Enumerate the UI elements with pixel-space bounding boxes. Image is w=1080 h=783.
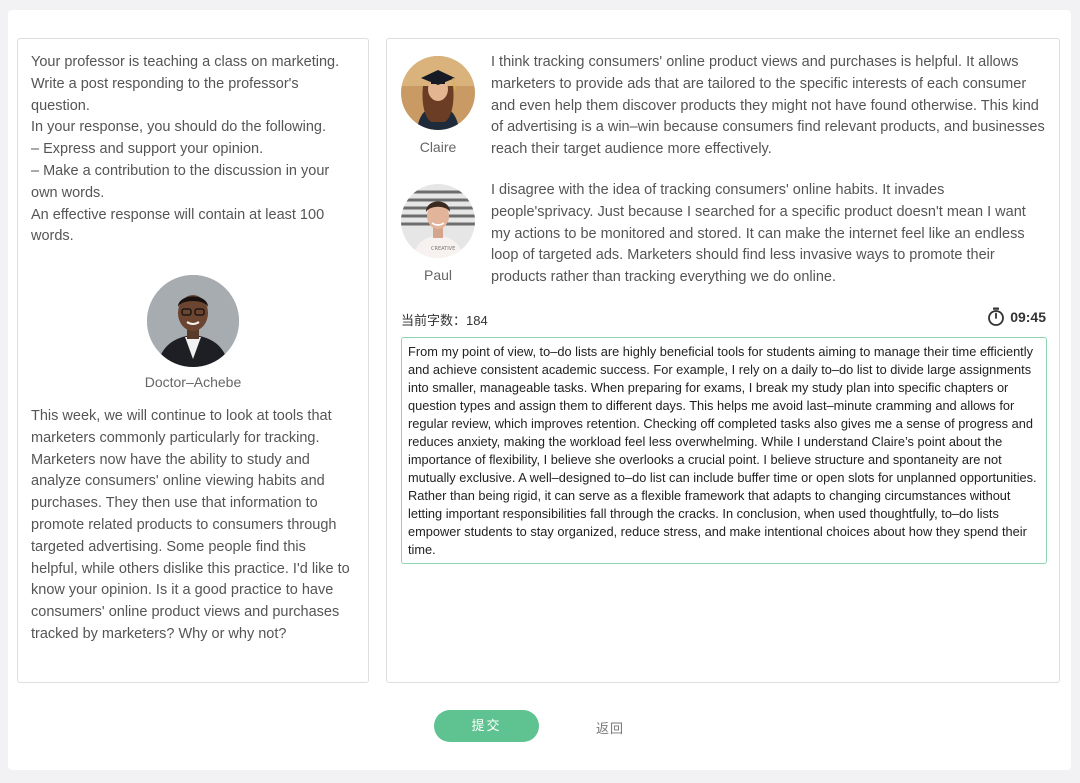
prompt-line: In your response, you should do the foll… bbox=[31, 119, 327, 136]
paul-avatar: CREATIVE bbox=[401, 184, 475, 258]
answer-textarea[interactable]: From my point of view, to–do lists are h… bbox=[401, 337, 1047, 564]
prompt-line: Your professor is teaching a class on ma… bbox=[31, 54, 340, 114]
back-button[interactable]: 返回 bbox=[596, 718, 624, 737]
prompt-instructions: Your professor is teaching a class on ma… bbox=[31, 52, 356, 248]
prompt-panel: Your professor is teaching a class on ma… bbox=[17, 38, 369, 683]
prompt-line: – Make a contribution to the discussion … bbox=[31, 162, 330, 201]
claire-post: I think tracking consumers' online produ… bbox=[491, 54, 1045, 158]
word-count: 当前字数：184 bbox=[401, 313, 488, 328]
student-paul: CREATIVE Paul bbox=[400, 184, 476, 283]
claire-name: Claire bbox=[419, 139, 457, 155]
timer-value: 09:45 bbox=[1010, 308, 1046, 325]
timer: 09:45 bbox=[987, 307, 1046, 326]
professor-avatar bbox=[147, 275, 239, 367]
professor-name: Doctor–Achebe bbox=[144, 374, 242, 390]
svg-text:CREATIVE: CREATIVE bbox=[431, 246, 455, 252]
student-claire: Claire bbox=[400, 56, 476, 155]
stopwatch-icon bbox=[987, 307, 1005, 326]
paul-post: I disagree with the idea of tracking con… bbox=[491, 182, 1026, 286]
claire-avatar bbox=[401, 56, 475, 130]
submit-button[interactable]: 提交 bbox=[434, 710, 539, 742]
paul-name: Paul bbox=[423, 267, 453, 283]
prompt-line: – Express and support your opinion. bbox=[31, 141, 264, 158]
discussion-panel: Claire I think tracking consumers' onlin… bbox=[386, 38, 1060, 683]
professor-question: This week, we will continue to look at t… bbox=[31, 408, 350, 642]
prompt-line: An effective response will contain at le… bbox=[31, 206, 325, 245]
